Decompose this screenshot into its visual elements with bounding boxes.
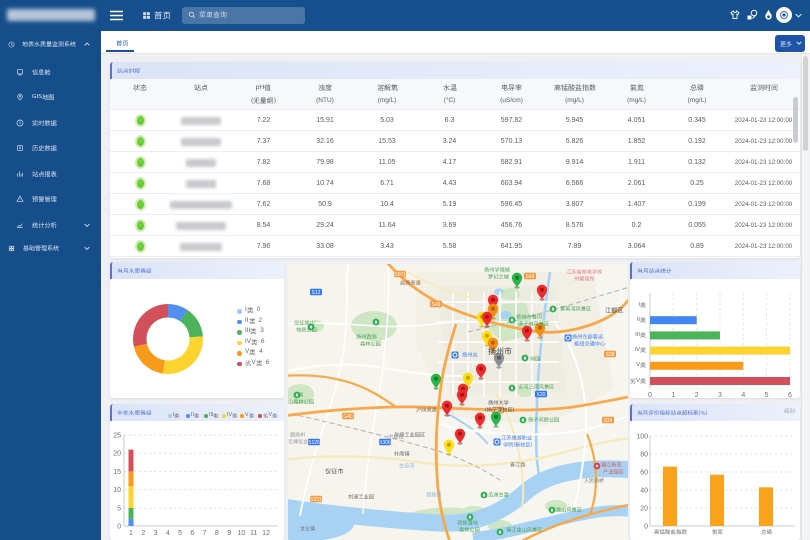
svg-text:S49: S49 [432, 302, 441, 308]
svg-text:5: 5 [117, 506, 121, 513]
svg-text:5: 5 [178, 530, 182, 537]
svg-text:S12: S12 [312, 290, 321, 296]
svg-text:15: 15 [113, 469, 121, 476]
svg-text:4: 4 [741, 392, 745, 398]
svg-text:10: 10 [238, 530, 246, 537]
svg-text:2: 2 [141, 530, 145, 537]
svg-text:12: 12 [262, 530, 270, 537]
svg-text:20: 20 [640, 506, 648, 513]
svg-text:6: 6 [788, 392, 792, 398]
svg-text:0: 0 [648, 392, 652, 398]
svg-text:S501: S501 [394, 272, 406, 278]
svg-text:9: 9 [227, 530, 231, 537]
svg-text:3: 3 [154, 530, 158, 537]
svg-text:60: 60 [640, 470, 648, 477]
svg-text:7: 7 [203, 530, 207, 537]
svg-text:S34: S34 [604, 418, 613, 424]
svg-text:S49: S49 [526, 274, 535, 280]
svg-text:100: 100 [636, 434, 648, 441]
svg-text:X20: X20 [537, 392, 546, 398]
svg-text:S331: S331 [310, 497, 322, 503]
svg-text:S126: S126 [308, 440, 320, 446]
svg-text:10: 10 [113, 487, 121, 494]
svg-text:4: 4 [166, 530, 170, 537]
svg-text:80: 80 [640, 452, 648, 459]
svg-text:11: 11 [250, 530, 257, 537]
svg-text:40: 40 [640, 488, 648, 495]
svg-text:6: 6 [190, 530, 194, 537]
svg-text:2: 2 [695, 392, 699, 398]
svg-text:1: 1 [129, 530, 133, 537]
svg-text:1: 1 [671, 392, 675, 398]
svg-text:G40: G40 [343, 414, 353, 420]
svg-text:8: 8 [215, 530, 219, 537]
svg-text:3: 3 [718, 392, 722, 398]
svg-text:20: 20 [113, 451, 121, 458]
svg-text:X306: X306 [379, 440, 391, 446]
svg-text:0: 0 [117, 524, 121, 531]
svg-text:S28: S28 [606, 352, 615, 358]
svg-text:5: 5 [765, 392, 769, 398]
svg-text:25: 25 [113, 433, 121, 440]
